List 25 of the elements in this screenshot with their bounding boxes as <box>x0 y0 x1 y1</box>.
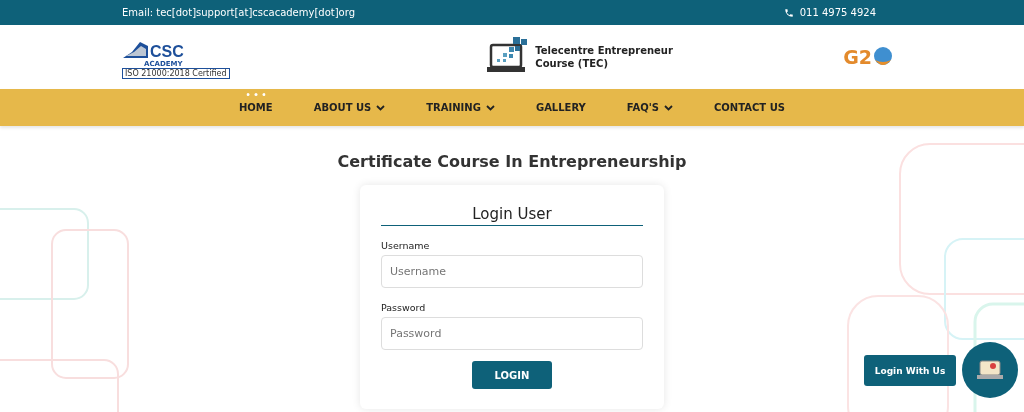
nav-link[interactable]: CONTACT US <box>693 89 806 126</box>
logo-letters: CSC <box>150 43 184 60</box>
login-button[interactable]: LOGIN <box>472 361 552 389</box>
course-title: Telecentre Entrepreneur Course (TEC) <box>535 44 674 70</box>
shoe-swoosh-icon <box>122 39 150 60</box>
nav-link[interactable]: FAQ'S <box>606 89 694 126</box>
globe-lotus-icon <box>872 46 894 68</box>
field-label: Username <box>381 240 431 251</box>
certification-label: ISO 21000:2018 Certified <box>122 67 230 79</box>
input-field[interactable]: Username <box>381 255 643 288</box>
card-title: Login User <box>381 205 643 226</box>
nav-link[interactable]: GALLERY <box>515 89 607 126</box>
nav-link[interactable]: TRAINING <box>405 89 516 126</box>
nav-link[interactable]: ABOUT US <box>293 89 406 126</box>
phone-number: 011 4975 4924 <box>799 7 876 18</box>
email-text: Email: tec[dot]support[at]cscacademy[dot]org <box>122 7 355 18</box>
page-title: Certificate Course In Entrepreneurship <box>337 152 687 172</box>
phone-icon <box>783 7 794 18</box>
login-with-us-button[interactable]: Login With Us <box>864 355 956 386</box>
chat-launcher[interactable] <box>962 342 1018 398</box>
field-label: Password <box>381 302 427 313</box>
nav-link[interactable]: HOME <box>218 89 294 126</box>
laptop-icon <box>977 359 1003 381</box>
logo-letters: G2 <box>843 46 872 68</box>
input-field[interactable]: Password <box>381 317 643 350</box>
